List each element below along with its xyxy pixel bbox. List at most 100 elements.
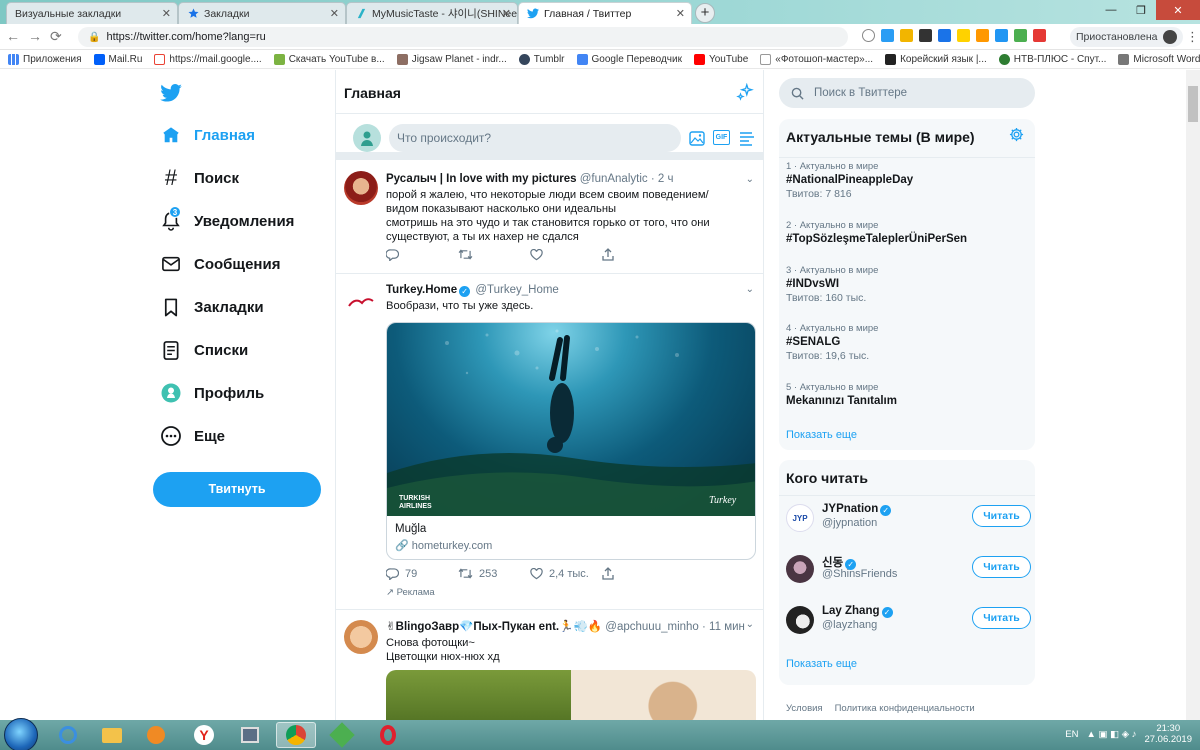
- yandex-browser-icon[interactable]: Y: [184, 722, 224, 748]
- new-tab-button[interactable]: +: [695, 3, 715, 23]
- media-player-icon[interactable]: [136, 722, 176, 748]
- bookmark-apps[interactable]: Приложения: [8, 53, 82, 65]
- twitter-logo-icon[interactable]: [160, 84, 182, 102]
- extension-book-icon[interactable]: [919, 29, 932, 42]
- bookmark-photoshop[interactable]: «Фотошоп-мастер»...: [760, 53, 873, 65]
- avatar[interactable]: [344, 286, 378, 320]
- address-bar[interactable]: 🔒 https://twitter.com/home?lang=ru: [78, 27, 848, 47]
- scrollbar[interactable]: [1186, 70, 1200, 720]
- tweet[interactable]: ✌BlingoЗавр💎Пых-Пукан ent.🏃💨🔥 @apchuuu_m…: [336, 610, 763, 720]
- tab-bookmarks[interactable]: Закладки ✕: [178, 2, 346, 24]
- tweet-time[interactable]: · 2 ч: [651, 173, 674, 185]
- sidebar-item-profile[interactable]: Профиль: [160, 378, 264, 408]
- reply-icon[interactable]: [386, 248, 458, 261]
- avatar[interactable]: [786, 606, 814, 634]
- poll-icon[interactable]: [739, 131, 755, 146]
- close-icon[interactable]: ✕: [676, 7, 685, 20]
- who-show-more-link[interactable]: Показать еще: [786, 658, 857, 670]
- extension-save-icon[interactable]: [995, 29, 1008, 42]
- trends-show-more-link[interactable]: Показать еще: [786, 429, 857, 441]
- bookmark-gmail[interactable]: https://mail.google....: [154, 53, 262, 65]
- opera-icon[interactable]: [368, 722, 408, 748]
- start-button[interactable]: [4, 718, 38, 750]
- like-icon[interactable]: [530, 248, 602, 261]
- sidebar-item-more[interactable]: Еще: [160, 421, 225, 451]
- tweet-author-handle[interactable]: @funAnalytic: [580, 173, 648, 185]
- chevron-down-icon[interactable]: ⌄: [746, 619, 754, 630]
- sidebar-item-home[interactable]: Главная: [160, 120, 255, 150]
- bookmark-mailru[interactable]: Mail.Ru: [93, 53, 142, 65]
- forward-icon[interactable]: →: [28, 28, 42, 45]
- retweet-icon[interactable]: [458, 248, 530, 261]
- scrollbar-thumb[interactable]: [1188, 86, 1198, 122]
- bookmark-star-icon[interactable]: [862, 29, 875, 42]
- chevron-down-icon[interactable]: ⌄: [746, 284, 754, 295]
- extension-play-icon[interactable]: [976, 29, 989, 42]
- tweet-author-name[interactable]: Turkey.Home: [386, 284, 457, 296]
- tweet-media[interactable]: [386, 670, 756, 720]
- retweet-button[interactable]: 253: [458, 567, 530, 580]
- reply-button[interactable]: 79: [386, 567, 458, 580]
- follow-button[interactable]: Читать: [972, 607, 1031, 629]
- extension-download-icon[interactable]: [938, 29, 951, 42]
- footer-link-terms[interactable]: Условия: [786, 703, 823, 714]
- share-icon[interactable]: [602, 567, 674, 580]
- avatar[interactable]: [344, 171, 378, 205]
- follow-button[interactable]: Читать: [972, 556, 1031, 578]
- tweet-author-handle[interactable]: @apchuuu_minho: [605, 621, 699, 633]
- search-input[interactable]: Поиск в Твиттере: [779, 78, 1035, 108]
- extension-grid-icon[interactable]: [900, 29, 913, 42]
- sidebar-item-lists[interactable]: Списки: [160, 335, 248, 365]
- maximize-icon[interactable]: ❐: [1126, 0, 1156, 20]
- gif-icon[interactable]: GIF: [713, 130, 730, 145]
- bookmark-youtube-download[interactable]: Скачать YouTube в...: [273, 53, 385, 65]
- app-icon[interactable]: [322, 722, 362, 748]
- ie-icon[interactable]: [48, 722, 88, 748]
- follow-handle[interactable]: @ShinsFriends: [822, 568, 897, 580]
- trend-item[interactable]: 3 · Актуально в мире #INDvsWI Твитов: 16…: [786, 265, 1026, 304]
- tray-icons[interactable]: ▲ ▣ ◧ ◈ ♪: [1086, 729, 1136, 740]
- follow-suggestion[interactable]: JYP JYPnation ✓ @jypnation Читать: [786, 500, 1031, 540]
- chrome-icon[interactable]: [276, 722, 316, 748]
- follow-handle[interactable]: @jypnation: [822, 517, 877, 529]
- minimize-icon[interactable]: —: [1096, 0, 1126, 20]
- close-icon[interactable]: ✕: [330, 7, 339, 20]
- sparkle-icon[interactable]: [736, 83, 754, 101]
- menu-icon[interactable]: ⋮: [1186, 29, 1199, 45]
- extension-arrow-icon[interactable]: [881, 29, 894, 42]
- tweet-promoted[interactable]: Turkey.Home ✓ @Turkey_Home ⌄ Вообрази, чт…: [336, 274, 763, 610]
- tweet-time[interactable]: · 11 мин: [702, 621, 745, 633]
- trend-item[interactable]: 5 · Актуально в мире Mekanınızı Tanıtalı…: [786, 382, 1026, 407]
- bookmark-word[interactable]: Microsoft Word - St...: [1118, 53, 1200, 65]
- image-icon[interactable]: [689, 131, 705, 146]
- follow-button[interactable]: Читать: [972, 505, 1031, 527]
- extension-green-icon[interactable]: [1014, 29, 1027, 42]
- sidebar-item-notifications[interactable]: 3 Уведомления: [160, 206, 294, 236]
- avatar[interactable]: [353, 124, 381, 152]
- avatar[interactable]: [344, 620, 378, 654]
- close-window-icon[interactable]: ✕: [1156, 0, 1200, 20]
- bookmark-jigsaw[interactable]: Jigsaw Planet - indr...: [396, 53, 507, 65]
- follow-name[interactable]: JYPnation ✓: [822, 503, 893, 516]
- bookmark-tumblr[interactable]: Tumblr: [518, 53, 565, 65]
- compose-input[interactable]: [389, 124, 681, 152]
- bookmark-ntv[interactable]: НТВ-ПЛЮС - Спут...: [998, 53, 1106, 65]
- follow-handle[interactable]: @layzhang: [822, 619, 877, 631]
- reload-icon[interactable]: ⟳: [50, 28, 62, 45]
- bookmark-youtube[interactable]: YouTube: [693, 53, 748, 65]
- like-button[interactable]: 2,4 тыс.: [530, 567, 602, 580]
- clock[interactable]: 21:30 27.06.2019: [1144, 723, 1192, 745]
- footer-link-privacy[interactable]: Политика конфиденциальности: [835, 703, 975, 714]
- follow-name[interactable]: Lay Zhang ✓: [822, 605, 895, 618]
- sidebar-item-bookmarks[interactable]: Закладки: [160, 292, 264, 322]
- trend-item[interactable]: 4 · Актуально в мире #SENALG Твитов: 19,…: [786, 323, 1026, 362]
- sidebar-item-explore[interactable]: # Поиск: [160, 163, 239, 193]
- tweet-button[interactable]: Твитнуть: [153, 472, 321, 507]
- bookmark-korean[interactable]: Корейский язык |...: [885, 53, 987, 65]
- trend-item[interactable]: 2 · Актуально в мире #TopSözleşmeTaleple…: [786, 220, 1026, 245]
- folder-icon[interactable]: [92, 722, 132, 748]
- bookmark-translate[interactable]: Google Переводчик: [576, 53, 682, 65]
- extension-red-icon[interactable]: [1033, 29, 1046, 42]
- tweet-author-name[interactable]: Русалыч | In love with my pictures: [386, 173, 577, 185]
- avatar[interactable]: [786, 555, 814, 583]
